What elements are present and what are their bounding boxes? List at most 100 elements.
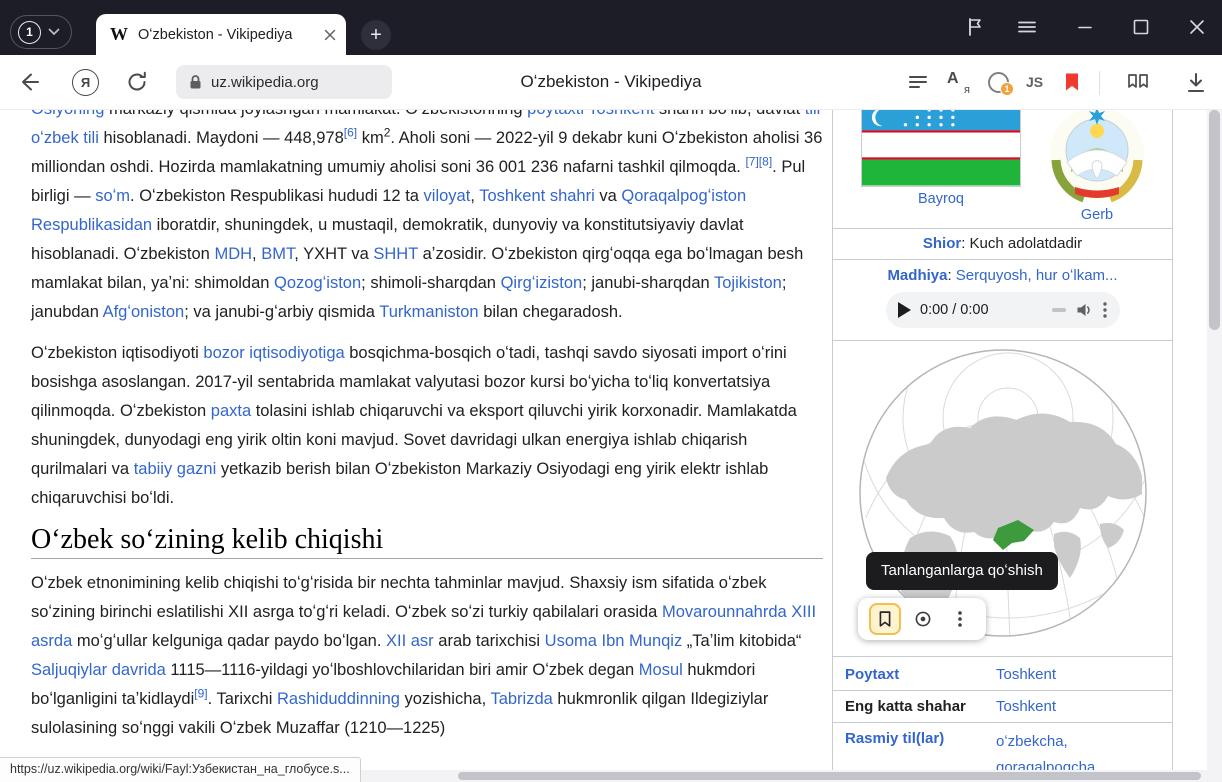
translate-button[interactable]: A я [945, 70, 971, 96]
status-url-popup: https://uz.wikipedia.org/wiki/Fayl:Узбек… [0, 757, 361, 782]
infobox-label-link[interactable]: Rasmiy til(lar) [845, 730, 944, 747]
more-actions-button[interactable] [945, 604, 975, 634]
article-link[interactable]: SHHT [373, 245, 418, 263]
new-tab-button[interactable]: + [361, 20, 391, 50]
article-link[interactable]: poytaxti Toshkent [527, 110, 654, 118]
infobox-label-link[interactable]: Poytaxt [845, 666, 899, 683]
js-toggle-button[interactable]: JS [1026, 74, 1043, 90]
menu-button[interactable] [1013, 13, 1041, 41]
audio-menu-icon[interactable] [1102, 301, 1108, 319]
volume-icon[interactable] [1075, 301, 1093, 319]
minimize-button[interactable] [1071, 13, 1099, 41]
anthem-title-link[interactable]: Serquyosh, hur oʻlkam... [956, 267, 1118, 284]
reference-link[interactable]: [9] [194, 687, 207, 701]
maximize-icon [1130, 16, 1152, 38]
text-segment: . Oʻzbekiston Respublikasi hududi 12 ta [130, 187, 424, 205]
article-link[interactable]: Osiyoning [31, 110, 104, 118]
text-segment: „Taʼlim kitobida“ [682, 632, 801, 650]
article-link[interactable]: soʻm [95, 187, 130, 205]
infobox-row-official-languages: Rasmiy til(lar) oʻzbekcha, qoraqalpoqcha [833, 722, 1172, 776]
article-link[interactable]: bozor iqtisodiyotiga [203, 344, 344, 362]
article-link[interactable]: Saljuqiylar davrida [31, 661, 166, 679]
article-link[interactable]: Turkmaniston [379, 303, 478, 321]
download-icon [1183, 70, 1209, 96]
shield-ring-icon: 1 [988, 72, 1009, 93]
panel-flag-button[interactable] [961, 13, 989, 41]
toolbar-divider [1099, 71, 1100, 95]
close-button[interactable] [1183, 13, 1211, 41]
audio-time: 0:00 / 0:00 [920, 302, 989, 318]
collections-icon [1125, 70, 1151, 96]
tab-close-icon[interactable] [324, 29, 336, 41]
motto-label-link[interactable]: Shior [923, 235, 961, 252]
text-segment: ; shimoli-sharqdan [361, 274, 500, 292]
anthem-label-link[interactable]: Madhiya [887, 267, 947, 284]
reference-link[interactable]: [7][8] [745, 155, 772, 169]
download-button[interactable] [1183, 70, 1209, 96]
flag-caption-link[interactable]: Bayroq [861, 191, 1021, 207]
article-link[interactable]: XII asr [386, 632, 434, 650]
article-link[interactable]: Toshkent shahri [479, 187, 595, 205]
text-segment: , [252, 245, 261, 263]
url-text: uz.wikipedia.org [211, 74, 319, 91]
infobox-value-link[interactable]: Toshkent [996, 666, 1056, 683]
js-label: JS [1026, 74, 1043, 90]
article-link[interactable]: viloyat [424, 187, 471, 205]
tab-group-count-badge: 1 [18, 21, 41, 44]
reader-mode-button[interactable] [905, 70, 931, 96]
bookmark-button[interactable] [1060, 70, 1084, 94]
add-to-collections-button[interactable] [869, 603, 901, 635]
address-bar[interactable]: uz.wikipedia.org [176, 65, 392, 99]
infobox: Bayroq Gerb Shior: Kuch adolatdadir Madh [832, 110, 1173, 782]
article-link[interactable]: Tabrizda [490, 690, 552, 708]
text-segment: bilan chegaradosh. [479, 303, 623, 321]
horizontal-scrollbar-thumb[interactable] [458, 772, 1201, 780]
plus-icon: + [370, 25, 382, 45]
hamburger-icon [1016, 16, 1038, 38]
protect-button[interactable]: 1 [988, 72, 1009, 93]
article-link[interactable]: Qirgʻiziston [501, 274, 583, 292]
reference-link[interactable]: [6] [344, 126, 357, 140]
globe-location-image[interactable] [858, 348, 1148, 638]
flag-image[interactable] [861, 110, 1021, 187]
uzbekistan-flag-icon [862, 110, 1020, 186]
article-link[interactable]: Mosul [639, 661, 683, 679]
article-link[interactable]: Qozogʻiston [274, 274, 361, 292]
infobox-row-capital: Poytaxt Toshkent [833, 656, 1172, 690]
infobox-value-link[interactable]: Toshkent [996, 698, 1056, 715]
back-button[interactable] [16, 69, 42, 95]
text-segment: markaziy qismida joylashgan mamlakat. Oʻ… [104, 110, 527, 118]
maximize-button[interactable] [1127, 13, 1155, 41]
text-segment: hisoblanadi. Maydoni — 448,978 [99, 129, 344, 147]
article-link[interactable]: tabiiy gazni [134, 460, 217, 478]
article-link[interactable]: Afgʻoniston [103, 303, 185, 321]
vertical-scrollbar-thumb[interactable] [1209, 110, 1220, 330]
emblem-caption-link[interactable]: Gerb [1047, 207, 1147, 223]
browser-toolbar: Я uz.wikipedia.org Oʻzbekiston - Vikiped… [0, 55, 1222, 110]
screenshot-button[interactable] [908, 604, 938, 634]
divider [833, 259, 1172, 260]
article-link[interactable]: Usoma Ibn Munqiz [545, 632, 683, 650]
article-link[interactable]: paxta [211, 402, 251, 420]
infobox-row-largest-city: Eng katta shahar Toshkent [833, 690, 1172, 722]
paragraph: Oʻzbek etnonimining kelib chiqishi toʻgʻ… [31, 569, 823, 743]
article-link[interactable]: MDH [214, 245, 252, 263]
browser-tab[interactable]: W Oʻzbekiston - Vikipediya [96, 14, 346, 55]
translate-icon: A я [945, 70, 971, 96]
chevron-down-icon [48, 28, 60, 36]
tab-group-button[interactable]: 1 [10, 15, 72, 49]
paragraph: Osiyoning markaziy qismida joylashgan ma… [31, 110, 823, 327]
yandex-home-button[interactable]: Я [72, 69, 99, 96]
seek-bar[interactable] [1052, 308, 1066, 312]
article-link[interactable]: Rashiduddinning [277, 690, 400, 708]
article-link[interactable]: BMT [261, 245, 294, 263]
play-icon[interactable] [898, 302, 911, 318]
article-link[interactable]: Tojikiston [714, 274, 782, 292]
camera-lens-icon [912, 608, 934, 630]
collections-button[interactable] [1125, 70, 1151, 96]
text-segment: km [357, 129, 384, 147]
refresh-button[interactable] [124, 69, 150, 95]
emblem-image[interactable] [1047, 110, 1147, 206]
audio-player[interactable]: 0:00 / 0:00 [886, 292, 1120, 328]
vertical-scrollbar[interactable] [1207, 110, 1222, 770]
